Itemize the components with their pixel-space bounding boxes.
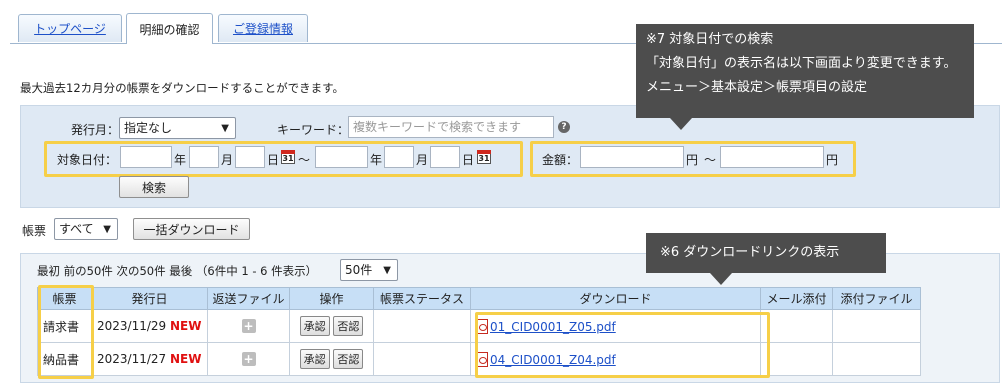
row-mail-attach	[760, 309, 833, 343]
header-status[interactable]: 帳票ステータス	[373, 287, 471, 310]
issue-month-value: 指定なし	[124, 121, 173, 135]
callout-download-link: ※6 ダウンロードリンクの表示	[646, 233, 886, 285]
form-filter-value: すべて	[59, 222, 94, 236]
approve-button[interactable]: 承認	[299, 316, 330, 336]
header-return-file[interactable]: 返送ファイル	[207, 287, 290, 310]
form-column-highlight	[38, 285, 94, 379]
plus-icon[interactable]: +	[241, 352, 256, 366]
download-column-highlight	[475, 312, 770, 378]
row-status	[373, 309, 471, 343]
approve-button[interactable]: 承認	[299, 349, 330, 369]
amount-highlight	[530, 141, 856, 177]
chevron-down-icon: ▼	[383, 265, 391, 276]
header-attachment[interactable]: 添付ファイル	[832, 287, 921, 310]
issue-month-label: 発行月：	[71, 123, 120, 137]
page-size-select[interactable]: 50件 ▼	[340, 259, 398, 281]
plus-icon[interactable]: +	[241, 319, 256, 333]
new-badge: NEW	[170, 319, 202, 333]
callout-7-arrow	[670, 118, 692, 130]
callout-6-arrow	[710, 273, 732, 285]
row-status	[373, 342, 471, 376]
reject-button[interactable]: 否認	[333, 349, 364, 369]
form-filter-label: 帳票	[22, 224, 47, 238]
header-download[interactable]: ダウンロード	[470, 287, 761, 310]
header-mail-attach[interactable]: メール添付	[760, 287, 833, 310]
issue-month-select[interactable]: 指定なし ▼	[119, 117, 236, 139]
help-icon[interactable]: ?	[558, 121, 570, 133]
row-date-value: 2023/11/29	[97, 319, 167, 333]
row-attachment	[832, 309, 921, 343]
callout-6-text: ※6 ダウンロードリンクの表示	[660, 245, 840, 260]
callout-target-date: ※7 対象日付での検索 「対象日付」の表示名は以下画面より変更できます。 メニュ…	[636, 24, 974, 130]
row-date: 2023/11/29 NEW	[91, 309, 208, 343]
callout-7-line1: ※7 対象日付での検索	[646, 32, 774, 47]
header-issue-date[interactable]: 発行日	[91, 287, 208, 310]
tab-detail[interactable]: 明細の確認	[126, 13, 213, 44]
row-actions: 承認 否認	[289, 342, 374, 376]
tab-registration[interactable]: ご登録情報	[218, 14, 308, 42]
row-mail-attach	[760, 342, 833, 376]
form-filter-select[interactable]: すべて ▼	[54, 218, 118, 240]
table-header-row: 帳票 発行日 返送ファイル 操作 帳票ステータス ダウンロード メール添付 添付…	[37, 287, 921, 310]
keyword-input[interactable]: 複数キーワードで検索できます	[348, 116, 554, 138]
row-attachment	[832, 342, 921, 376]
row-date: 2023/11/27 NEW	[91, 342, 208, 376]
search-button[interactable]: 検索	[119, 176, 189, 198]
reject-button[interactable]: 否認	[333, 316, 364, 336]
page-size-value: 50件	[345, 263, 373, 277]
new-badge: NEW	[170, 352, 202, 366]
tab-top-page[interactable]: トップページ	[18, 14, 122, 42]
row-actions: 承認 否認	[289, 309, 374, 343]
header-action[interactable]: 操作	[289, 287, 374, 310]
callout-7-line2: 「対象日付」の表示名は以下画面より変更できます。	[646, 56, 957, 71]
keyword-label: キーワード：	[277, 123, 350, 137]
row-return-file: +	[207, 309, 290, 343]
row-date-value: 2023/11/27	[97, 352, 167, 366]
chevron-down-icon: ▼	[103, 224, 111, 235]
chevron-down-icon: ▼	[221, 123, 229, 134]
page-description: 最大過去12カ月分の帳票をダウンロードすることができます。	[20, 81, 344, 95]
bulk-download-button[interactable]: 一括ダウンロード	[133, 218, 250, 240]
target-date-highlight	[44, 141, 523, 177]
row-return-file: +	[207, 342, 290, 376]
pagination-text[interactable]: 最初 前の50件 次の50件 最後 （6件中 1 - 6 件表示）	[37, 263, 317, 279]
callout-7-line3: メニュー＞基本設定＞帳票項目の設定	[646, 80, 868, 95]
